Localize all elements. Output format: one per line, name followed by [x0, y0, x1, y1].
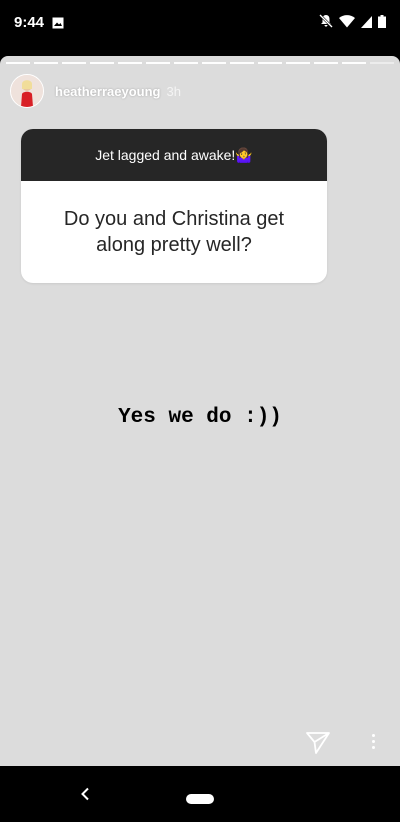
time-ago: 3h — [166, 83, 181, 99]
question-header: Jet lagged and awake!🤷‍♀️ — [21, 129, 327, 181]
image-icon — [52, 16, 64, 34]
battery-icon — [378, 14, 386, 33]
question-sticker: Jet lagged and awake!🤷‍♀️ Do you and Chr… — [21, 129, 327, 283]
home-pill[interactable] — [186, 794, 214, 804]
story-header[interactable]: heatherraeyoung 3h — [10, 74, 181, 108]
send-icon[interactable] — [305, 731, 331, 760]
progress-segment — [146, 62, 170, 64]
progress-segment — [370, 62, 394, 64]
progress-segment — [118, 62, 142, 64]
progress-segment — [6, 62, 30, 64]
progress-segment — [314, 62, 338, 64]
progress-segment — [174, 62, 198, 64]
status-time: 9:44 — [14, 14, 45, 31]
progress-segment — [258, 62, 282, 64]
bell-off-icon — [319, 14, 333, 33]
progress-segment — [34, 62, 58, 64]
answer-text: Yes we do :)) — [118, 406, 282, 429]
status-bar: 9:44 — [0, 0, 400, 50]
more-options-icon[interactable] — [372, 734, 375, 749]
progress-segment — [342, 62, 366, 64]
wifi-icon — [339, 14, 355, 33]
progress-segment — [230, 62, 254, 64]
progress-segment — [286, 62, 310, 64]
back-icon[interactable] — [80, 786, 90, 804]
signal-icon — [361, 15, 372, 33]
avatar[interactable] — [10, 74, 44, 108]
username[interactable]: heatherraeyoung — [55, 84, 160, 99]
progress-segment — [90, 62, 114, 64]
progress-segment — [202, 62, 226, 64]
story-view[interactable]: heatherraeyoung 3h Jet lagged and awake!… — [0, 56, 400, 766]
progress-segment — [62, 62, 86, 64]
question-text: Do you and Christina get along pretty we… — [63, 208, 285, 256]
story-progress-bar — [6, 62, 394, 64]
